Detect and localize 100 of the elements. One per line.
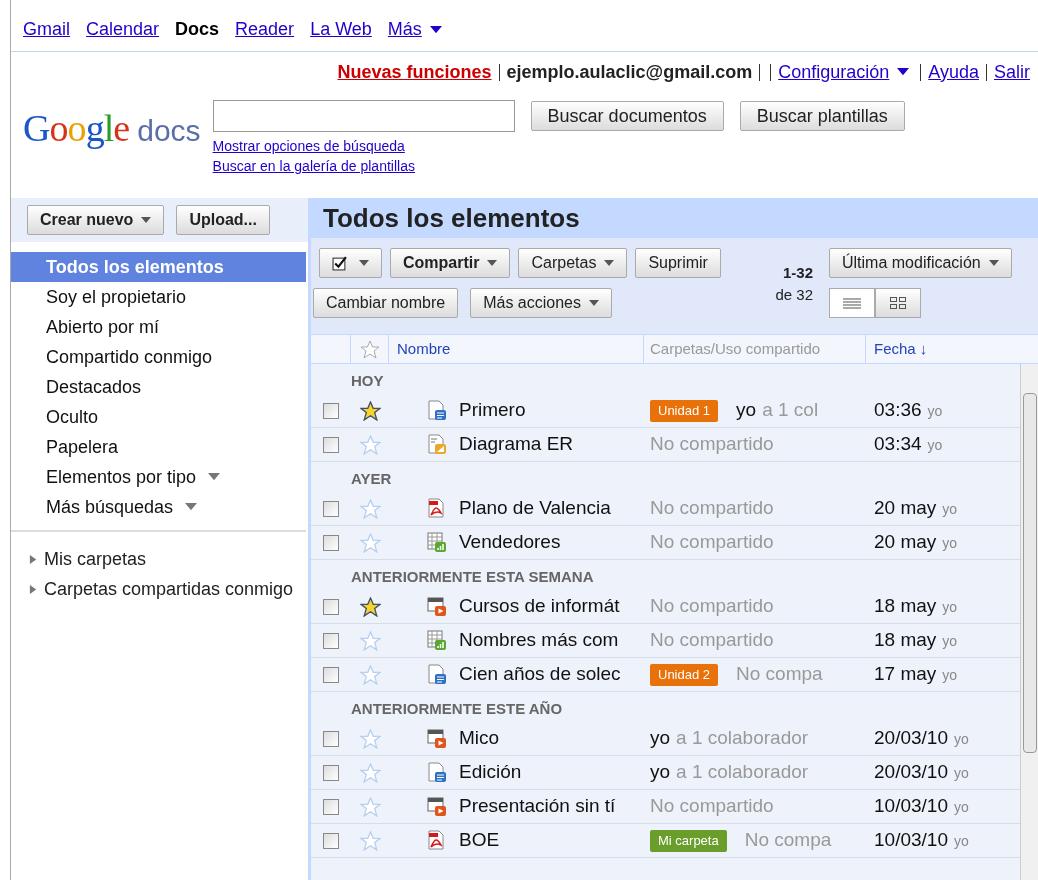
toolbar-button[interactable]: Carpetas: [518, 248, 628, 278]
column-header[interactable]: Fecha ↓: [866, 335, 1038, 363]
sidebar-item[interactable]: Más búsquedas: [11, 492, 306, 522]
spreadsheet-icon: [427, 630, 447, 651]
modified-date: 03:36: [874, 398, 922, 423]
row-checkbox[interactable]: [323, 832, 339, 849]
modified-date: 20 may: [874, 530, 937, 555]
sidebar-button[interactable]: Crear nuevo: [27, 205, 165, 235]
page-range: 1-32: [782, 263, 813, 283]
modified-by: yo: [953, 798, 969, 818]
document-link[interactable]: Cursos de informát: [459, 592, 620, 621]
sharing-status: No compartido: [650, 530, 774, 555]
document-icon: [427, 664, 447, 685]
select-menu-button[interactable]: [319, 248, 382, 278]
row-checkbox[interactable]: [323, 764, 339, 781]
modified-date: 18 may: [874, 594, 937, 619]
modified-by: yo: [927, 402, 943, 422]
sidebar-item[interactable]: Elementos por tipo: [11, 462, 306, 492]
modified-date: 10/03/10: [874, 794, 948, 819]
sidebar-item[interactable]: Soy el propietario: [11, 282, 306, 312]
row-checkbox[interactable]: [323, 436, 339, 453]
document-link[interactable]: Edición: [459, 758, 522, 787]
sort-button[interactable]: Última modificación: [829, 248, 1012, 278]
modified-by: yo: [953, 764, 969, 784]
document-link[interactable]: Mico: [459, 724, 500, 753]
document-link[interactable]: Primero: [459, 396, 526, 425]
pdf-icon: [427, 830, 447, 851]
nav-link[interactable]: Gmail: [23, 16, 70, 43]
row-checkbox[interactable]: [323, 534, 339, 551]
scrollbar[interactable]: [1020, 364, 1038, 880]
star-icon[interactable]: [359, 400, 381, 421]
document-link[interactable]: BOE: [459, 826, 500, 855]
toolbar-button[interactable]: Cambiar nombre: [313, 288, 459, 318]
row-checkbox[interactable]: [323, 798, 339, 815]
document-icon: [427, 400, 447, 421]
list-view-icon: [843, 297, 861, 309]
toolbar-button[interactable]: Suprimir: [635, 248, 721, 278]
modified-date: 20/03/10: [874, 760, 948, 785]
search-field[interactable]: [212, 100, 515, 132]
row-checkbox[interactable]: [323, 632, 339, 649]
search-button[interactable]: Buscar plantillas: [739, 101, 905, 131]
group-heading: AYER: [351, 468, 392, 489]
modified-by: yo: [942, 632, 958, 652]
column-header[interactable]: Nombre: [389, 335, 644, 363]
row-checkbox[interactable]: [323, 666, 339, 683]
star-icon[interactable]: [359, 596, 381, 617]
view-toggle[interactable]: [875, 288, 921, 318]
group-heading: ANTERIORMENTE ESTA SEMANA: [351, 566, 594, 587]
sidebar-item[interactable]: Todos los elementos: [11, 252, 306, 282]
modified-date: 20 may: [874, 496, 937, 521]
document-link[interactable]: Plano de Valencia: [459, 494, 611, 523]
nav-link[interactable]: Calendar: [86, 16, 160, 43]
nav-link[interactable]: Más: [387, 16, 422, 43]
nav-link[interactable]: Reader: [235, 16, 295, 43]
document-link[interactable]: Nombres más com: [459, 626, 619, 655]
sidebar-item[interactable]: Oculto: [11, 402, 306, 432]
group-heading: ANTERIORMENTE ESTE AÑO: [351, 698, 563, 719]
caret-icon: [988, 260, 999, 266]
sidebar-item[interactable]: Abierto por mí: [11, 312, 306, 342]
search-link[interactable]: Buscar en la galería de plantillas: [212, 156, 905, 176]
spreadsheet-icon: [427, 532, 447, 553]
sidebar-item[interactable]: Compartido conmigo: [11, 342, 306, 372]
sidebar-button[interactable]: Upload...: [176, 205, 270, 235]
sharing-status: yo a 1 colaborador: [650, 726, 809, 751]
grid-view-icon: [890, 297, 906, 309]
toolbar-button[interactable]: Más acciones: [470, 288, 612, 318]
sharing-status: No compartido: [650, 594, 774, 619]
account-link[interactable]: Ayuda: [928, 58, 979, 86]
modified-date: 18 may: [874, 628, 937, 653]
document-link[interactable]: Vendedores: [459, 528, 561, 557]
document-link[interactable]: Cien años de solec: [459, 660, 621, 689]
presentation-icon: [427, 796, 447, 817]
nav-link[interactable]: La Web: [310, 16, 372, 43]
sharing-status: yo a 1 colaborador: [650, 760, 809, 785]
new-features-link[interactable]: Nuevas funciones: [337, 58, 492, 86]
sharing-status: yo a 1 col: [736, 398, 819, 423]
sidebar-item[interactable]: Destacados: [11, 372, 306, 402]
row-checkbox[interactable]: [323, 730, 339, 747]
account-link[interactable]: Configuración: [778, 58, 890, 86]
toolbar-button[interactable]: Compartir: [390, 248, 511, 278]
nav-link[interactable]: Docs: [175, 16, 220, 43]
modified-by: yo: [953, 832, 969, 852]
sharing-status: No compa: [736, 662, 823, 687]
row-checkbox[interactable]: [323, 402, 339, 419]
modified-date: 03:34: [874, 432, 922, 457]
presentation-icon: [427, 596, 447, 617]
row-checkbox[interactable]: [323, 500, 339, 517]
row-checkbox[interactable]: [323, 598, 339, 615]
search-button[interactable]: Buscar documentos: [530, 101, 724, 131]
modified-date: 20/03/10: [874, 726, 948, 751]
folder-item[interactable]: Carpetas compartidas conmigo: [11, 574, 308, 604]
document-link[interactable]: Diagrama ER: [459, 430, 574, 459]
view-toggle[interactable]: [829, 288, 875, 318]
folder-item[interactable]: Mis carpetas: [11, 544, 308, 574]
search-link[interactable]: Mostrar opciones de búsqueda: [212, 136, 905, 156]
sharing-status: No compartido: [650, 432, 774, 457]
document-link[interactable]: Presentación sin tí: [459, 792, 616, 821]
sidebar-item[interactable]: Papelera: [11, 432, 306, 462]
account-link[interactable]: Salir: [994, 58, 1030, 86]
modified-date: 17 may: [874, 662, 937, 687]
